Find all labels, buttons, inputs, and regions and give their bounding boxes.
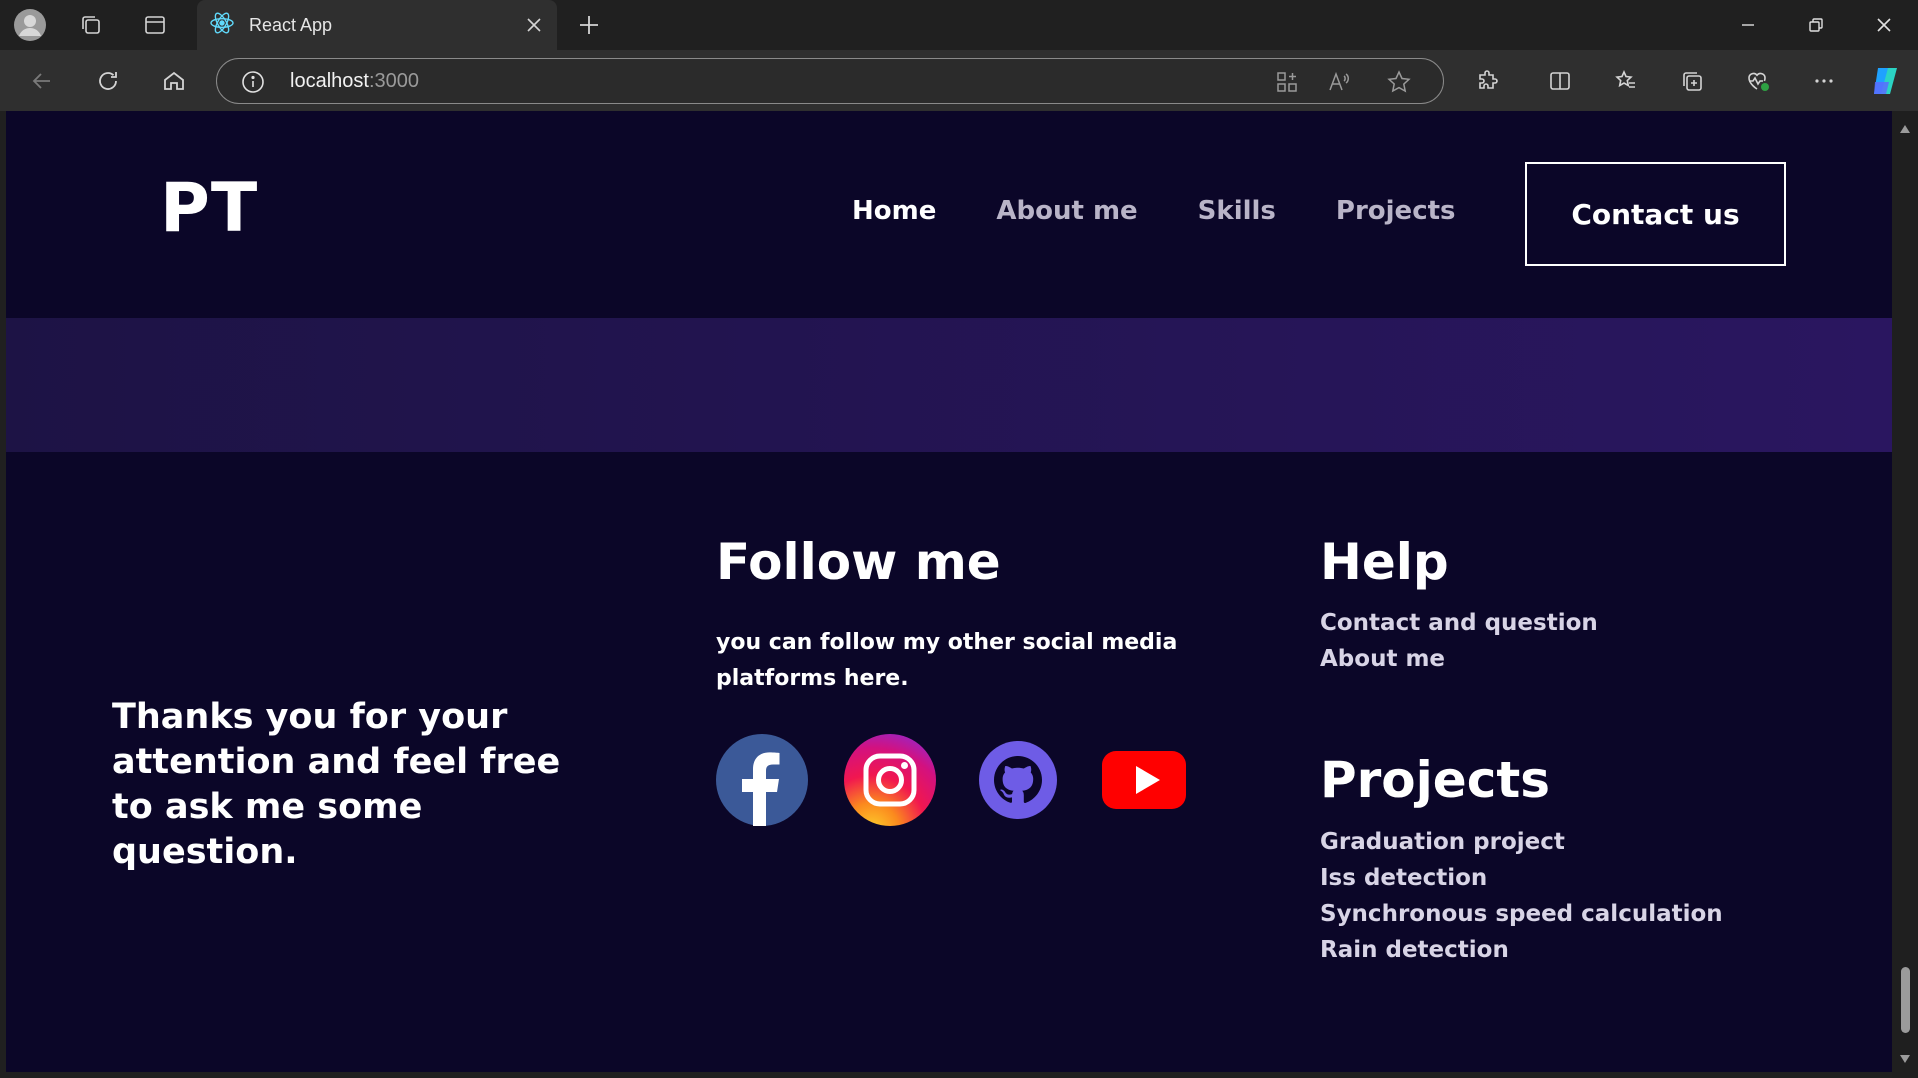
- more-options-icon[interactable]: [1808, 65, 1840, 97]
- address-port: :3000: [368, 70, 419, 92]
- extensions-icon[interactable]: [1472, 65, 1504, 97]
- page-scrollbar[interactable]: [1892, 111, 1918, 1078]
- favorite-star-icon[interactable]: [1387, 70, 1411, 99]
- contact-us-button[interactable]: Contact us: [1525, 162, 1786, 266]
- read-aloud-icon[interactable]: [1327, 70, 1351, 99]
- favorites-icon[interactable]: [1610, 65, 1642, 97]
- reload-icon[interactable]: [92, 65, 124, 97]
- restore-icon[interactable]: [1782, 0, 1850, 50]
- scroll-up-icon[interactable]: [1899, 121, 1911, 139]
- thanks-message: Thanks you for your attention and feel f…: [112, 697, 561, 872]
- site-logo[interactable]: PT: [160, 169, 258, 248]
- nav-home[interactable]: Home: [852, 196, 936, 226]
- close-window-icon[interactable]: [1850, 0, 1918, 50]
- github-icon[interactable]: [972, 734, 1064, 826]
- minimize-icon[interactable]: [1714, 0, 1782, 50]
- collections-icon[interactable]: [1676, 65, 1708, 97]
- browser-tab[interactable]: React App: [197, 0, 557, 50]
- browser-essentials-icon[interactable]: [1742, 65, 1774, 97]
- scroll-down-icon[interactable]: [1899, 1051, 1911, 1069]
- react-favicon-icon: [209, 10, 235, 41]
- help-link-about[interactable]: About me: [1320, 641, 1598, 677]
- facebook-icon[interactable]: [716, 734, 808, 826]
- help-links: Contact and question About me: [1320, 605, 1598, 677]
- page-viewport: PT Home About me Skills Projects Contact…: [6, 111, 1892, 1072]
- scrollbar-thumb[interactable]: [1901, 967, 1910, 1033]
- projects-links: Graduation project Iss detection Synchro…: [1320, 824, 1723, 968]
- profile-avatar-icon[interactable]: [14, 9, 46, 41]
- instagram-icon[interactable]: [844, 734, 936, 826]
- split-screen-icon[interactable]: [1544, 65, 1576, 97]
- help-heading: Help: [1320, 533, 1449, 591]
- copilot-icon[interactable]: [1868, 63, 1904, 99]
- nav-about-me[interactable]: About me: [996, 196, 1137, 226]
- workspaces-icon[interactable]: [76, 10, 106, 40]
- project-link-iss[interactable]: Iss detection: [1320, 860, 1723, 896]
- nav-projects[interactable]: Projects: [1336, 196, 1456, 226]
- address-host: localhost: [290, 70, 369, 92]
- app-available-icon[interactable]: [1275, 70, 1299, 99]
- home-icon[interactable]: [158, 65, 190, 97]
- close-tab-icon[interactable]: [519, 10, 549, 40]
- browser-tab-bar: React App: [0, 0, 1918, 50]
- help-link-contact[interactable]: Contact and question: [1320, 605, 1598, 641]
- new-tab-icon[interactable]: [574, 10, 604, 40]
- tab-actions-icon[interactable]: [140, 10, 170, 40]
- address-bar[interactable]: localhost:3000: [216, 58, 1444, 104]
- nav-skills[interactable]: Skills: [1198, 196, 1276, 226]
- address-text: localhost:3000: [290, 70, 419, 93]
- project-link-graduation[interactable]: Graduation project: [1320, 824, 1723, 860]
- decorative-band: [6, 318, 1892, 452]
- main-nav: Home About me Skills Projects: [852, 196, 1456, 226]
- follow-me-heading: Follow me: [716, 533, 1001, 591]
- youtube-icon[interactable]: [1100, 734, 1192, 826]
- projects-heading: Projects: [1320, 751, 1551, 809]
- site-info-icon[interactable]: [241, 70, 265, 99]
- tab-title: React App: [249, 14, 333, 35]
- follow-me-description: you can follow my other social media pla…: [716, 630, 1178, 691]
- project-link-synchronous-speed[interactable]: Synchronous speed calculation: [1320, 896, 1723, 932]
- project-link-rain[interactable]: Rain detection: [1320, 932, 1723, 968]
- browser-toolbar: localhost:3000: [0, 50, 1918, 111]
- back-icon[interactable]: [26, 65, 58, 97]
